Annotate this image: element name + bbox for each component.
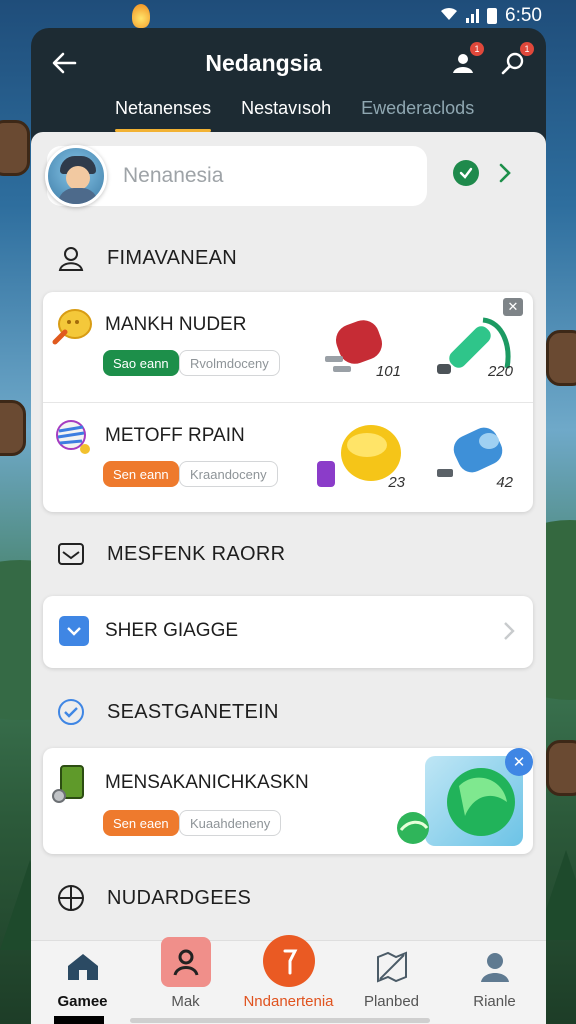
tab-nestavisoh[interactable]: Nestavısoh [241, 98, 331, 132]
chevron-right-icon [503, 620, 515, 647]
battery-icon [487, 8, 498, 24]
nav-label: Nndanertenia [243, 993, 334, 1010]
section-header-third: SEASTGANETEIN [57, 698, 279, 726]
tab-ewederaclods[interactable]: Ewederaclods [361, 98, 474, 132]
chip-secondary[interactable]: Kuaahdeneny [179, 810, 282, 836]
nav-item-center[interactable]: Nndanertenia [239, 935, 339, 1010]
scroll-indicator [130, 1018, 430, 1023]
search-button[interactable]: 1 [498, 42, 534, 78]
profile-search-row [45, 145, 427, 207]
chip-primary[interactable]: Sen eaen [103, 810, 179, 836]
chip-secondary[interactable]: Rvolmdoceny [179, 350, 280, 376]
section-title: MESFENK RAORR [107, 542, 286, 565]
nav-item-mak[interactable]: Mak [136, 937, 236, 1010]
user-outline-icon [58, 247, 84, 271]
home-icon [63, 947, 103, 987]
nav-label: Gamee [57, 993, 108, 1010]
chip-secondary[interactable]: Kraandoceny [179, 461, 278, 487]
item-title: METOFF RPAIN [105, 425, 245, 446]
nav-card[interactable]: SHER GIAGGE [43, 596, 533, 668]
section-header-first: FIMAVANEAN [57, 244, 237, 272]
green-ball-icon [397, 812, 429, 844]
tab-netanenses[interactable]: Netanenses [115, 98, 212, 132]
top-bar: Nedangsia 1 1 [31, 28, 546, 98]
item-title: MANKH NUDER [105, 314, 247, 335]
mail-icon [58, 543, 84, 565]
close-icon[interactable]: ✕ [505, 748, 533, 776]
item-tile[interactable]: 101 [319, 306, 409, 386]
item-tile[interactable]: 23 [311, 417, 405, 497]
avatar[interactable] [45, 145, 107, 207]
map-icon [372, 947, 412, 987]
search-badge: 1 [519, 42, 534, 56]
chip-primary[interactable]: Sao eann [103, 350, 179, 376]
chip-primary[interactable]: Sen eann [103, 461, 179, 487]
inventory-card: MANKH NUDER Sao eann Rvolmdoceny 101 220… [43, 292, 533, 512]
section-title: FIMAVANEAN [107, 246, 238, 269]
featured-title: MENSAKANICHKASKN [105, 772, 309, 793]
clock: 6:50 [505, 5, 542, 26]
signal-icon [466, 9, 480, 23]
bucket-icon [52, 765, 84, 803]
person-icon [475, 947, 515, 987]
check-circle-icon [58, 699, 84, 725]
featured-card[interactable]: MENSAKANICHKASKN Sen eaen Kuaahdeneny ✕ [43, 748, 533, 854]
section-header-fourth: NUDARDGEES [57, 884, 251, 912]
checkbox-icon[interactable] [59, 616, 89, 646]
check-icon[interactable] [453, 160, 479, 186]
bottom-nav: Gamee Mak Nndanertenia Planbed Rianle [31, 935, 546, 1024]
content-panel: FIMAVANEAN MANKH NUDER Sao eann Rvolmdoc… [31, 132, 546, 1024]
nav-label: Mak [171, 993, 200, 1010]
item-quantity: 101 [375, 363, 401, 380]
nav-item-rianle[interactable]: Rianle [445, 947, 545, 1010]
section-header-second: MESFENK RAORR [57, 540, 285, 568]
section-title: SEASTGANETEIN [107, 700, 279, 723]
chevron-right-icon[interactable] [498, 162, 512, 189]
back-arrow-icon[interactable] [49, 48, 79, 78]
search-input[interactable] [123, 146, 413, 206]
item-quantity: 220 [487, 363, 513, 380]
nav-label: Rianle [473, 993, 516, 1010]
app-window: Nedangsia 1 1 Netanenses Nestavısoh Ewed… [31, 28, 546, 1024]
notification-badge: 1 [469, 42, 484, 56]
user-icon [452, 54, 473, 73]
striped-ball-icon [56, 420, 90, 454]
nav-label: Planbed [363, 993, 420, 1010]
section-title: NUDARDGEES [107, 886, 252, 909]
character-icon [160, 937, 211, 987]
list-item[interactable]: MANKH NUDER Sao eann Rvolmdoceny 101 220… [43, 292, 533, 402]
item-tile[interactable]: 42 [431, 417, 521, 497]
nav-card-label: SHER GIAGGE [105, 620, 239, 641]
item-quantity: 42 [496, 474, 513, 491]
nav-item-home[interactable]: Gamee [33, 947, 133, 1010]
pin-icon [262, 935, 315, 987]
list-item[interactable]: METOFF RPAIN Sen eann Kraandoceny 23 42 [43, 402, 533, 512]
home-indicator [54, 1016, 104, 1024]
profile-notification-button[interactable]: 1 [448, 42, 484, 78]
tab-bar: Netanenses Nestavısoh Ewederaclods [31, 98, 546, 132]
globe-icon [58, 885, 84, 911]
item-quantity: 23 [388, 474, 405, 491]
page-title: Nedangsia [205, 49, 322, 76]
close-icon[interactable]: ✕ [503, 298, 523, 316]
nav-item-planbed[interactable]: Planbed [342, 947, 442, 1010]
item-tile[interactable]: 220 [431, 306, 521, 386]
wifi-icon [440, 5, 458, 27]
ball-racket-icon [52, 309, 92, 345]
